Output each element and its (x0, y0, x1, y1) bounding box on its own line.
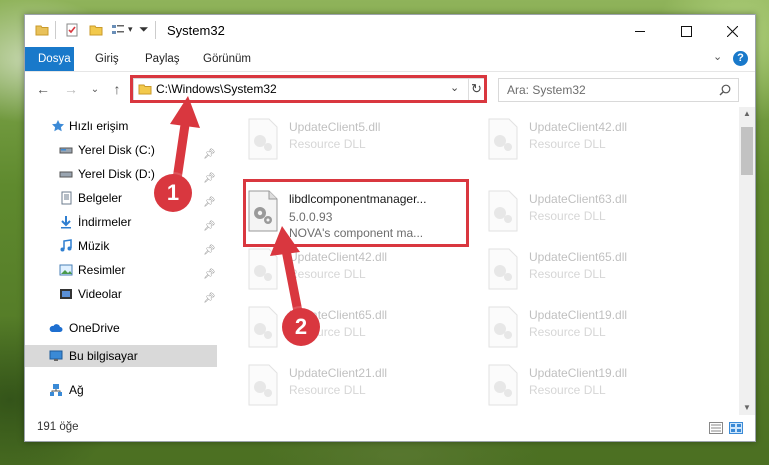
step-1-badge: 1 (154, 174, 192, 212)
step-2-badge: 2 (282, 308, 320, 346)
annotation-arrows (170, 96, 305, 327)
